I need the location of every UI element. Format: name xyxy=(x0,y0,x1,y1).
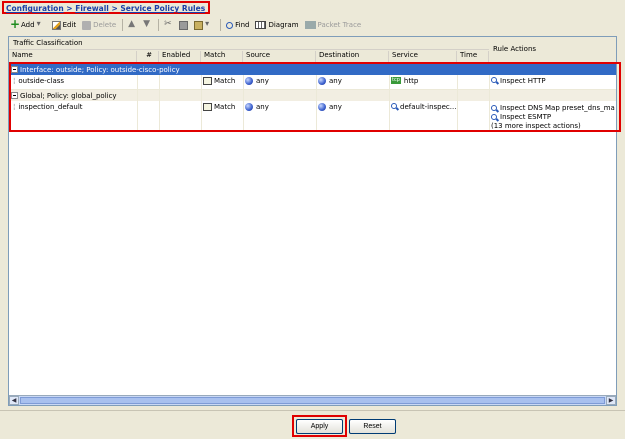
breadcrumb-firewall[interactable]: Firewall xyxy=(75,4,109,13)
highlight-box xyxy=(9,62,621,132)
trash-icon xyxy=(82,20,92,30)
delete-button[interactable]: Delete xyxy=(82,20,117,30)
breadcrumb: Configuration > Firewall > Service Polic… xyxy=(2,1,211,14)
diagram-button[interactable]: Diagram xyxy=(255,21,299,29)
traffic-classification-header: Traffic Classification xyxy=(13,39,83,47)
paste-button[interactable] xyxy=(194,19,214,30)
edit-label: Edit xyxy=(62,21,77,29)
scroll-right-icon[interactable]: ▶ xyxy=(606,396,616,405)
edit-button[interactable]: Edit xyxy=(51,20,77,30)
column-destination[interactable]: Destination xyxy=(316,51,389,62)
scrollbar-thumb[interactable] xyxy=(20,397,605,404)
column-time[interactable]: Time xyxy=(457,51,489,62)
arrow-down-icon xyxy=(143,19,152,30)
column-service[interactable]: Service xyxy=(389,51,457,62)
find-label: Find xyxy=(235,21,250,29)
scroll-left-icon[interactable]: ◀ xyxy=(9,396,19,405)
toolbar-separator xyxy=(220,19,222,31)
packet-trace-icon xyxy=(304,21,316,29)
find-button[interactable]: Find xyxy=(226,21,249,29)
copy-icon xyxy=(179,20,189,30)
chevron-down-icon[interactable] xyxy=(205,19,214,30)
scissors-icon xyxy=(164,19,173,30)
column-number[interactable]: # xyxy=(137,51,159,62)
add-label: Add xyxy=(21,21,35,29)
diagram-icon xyxy=(255,21,267,29)
arrow-up-icon xyxy=(128,19,137,30)
toolbar: Add Edit Delete Find Diagram Packet Trac… xyxy=(0,16,625,34)
search-icon xyxy=(226,21,234,29)
column-enabled[interactable]: Enabled xyxy=(159,51,201,62)
cut-button[interactable] xyxy=(164,19,173,30)
toolbar-separator xyxy=(158,19,160,31)
column-name[interactable]: Name xyxy=(9,51,137,62)
packet-trace-label: Packet Trace xyxy=(317,21,362,29)
diagram-label: Diagram xyxy=(268,21,299,29)
horizontal-scrollbar[interactable]: ◀ ▶ xyxy=(9,395,616,405)
add-button[interactable]: Add xyxy=(10,17,46,31)
delete-label: Delete xyxy=(93,21,117,29)
edit-icon xyxy=(51,20,61,30)
breadcrumb-configuration[interactable]: Configuration xyxy=(6,4,64,13)
copy-button[interactable] xyxy=(179,20,189,30)
table-header: Traffic Classification Rule Actions Name… xyxy=(9,37,616,63)
reset-button[interactable]: Reset xyxy=(349,419,396,434)
move-up-button[interactable] xyxy=(128,19,137,30)
toolbar-separator xyxy=(122,19,124,31)
column-match[interactable]: Match xyxy=(201,51,243,62)
rule-actions-header: Rule Actions xyxy=(493,45,537,53)
breadcrumb-separator: > xyxy=(111,4,118,13)
paste-icon xyxy=(194,20,204,30)
chevron-down-icon[interactable] xyxy=(37,19,46,30)
plus-icon xyxy=(10,17,20,31)
move-down-button[interactable] xyxy=(143,19,152,30)
breadcrumb-service-policy-rules[interactable]: Service Policy Rules xyxy=(120,4,205,13)
apply-button[interactable]: Apply xyxy=(296,419,343,434)
header-divider xyxy=(9,49,489,50)
breadcrumb-separator: > xyxy=(66,4,73,13)
column-source[interactable]: Source xyxy=(243,51,316,62)
packet-trace-button[interactable]: Packet Trace xyxy=(304,21,362,29)
